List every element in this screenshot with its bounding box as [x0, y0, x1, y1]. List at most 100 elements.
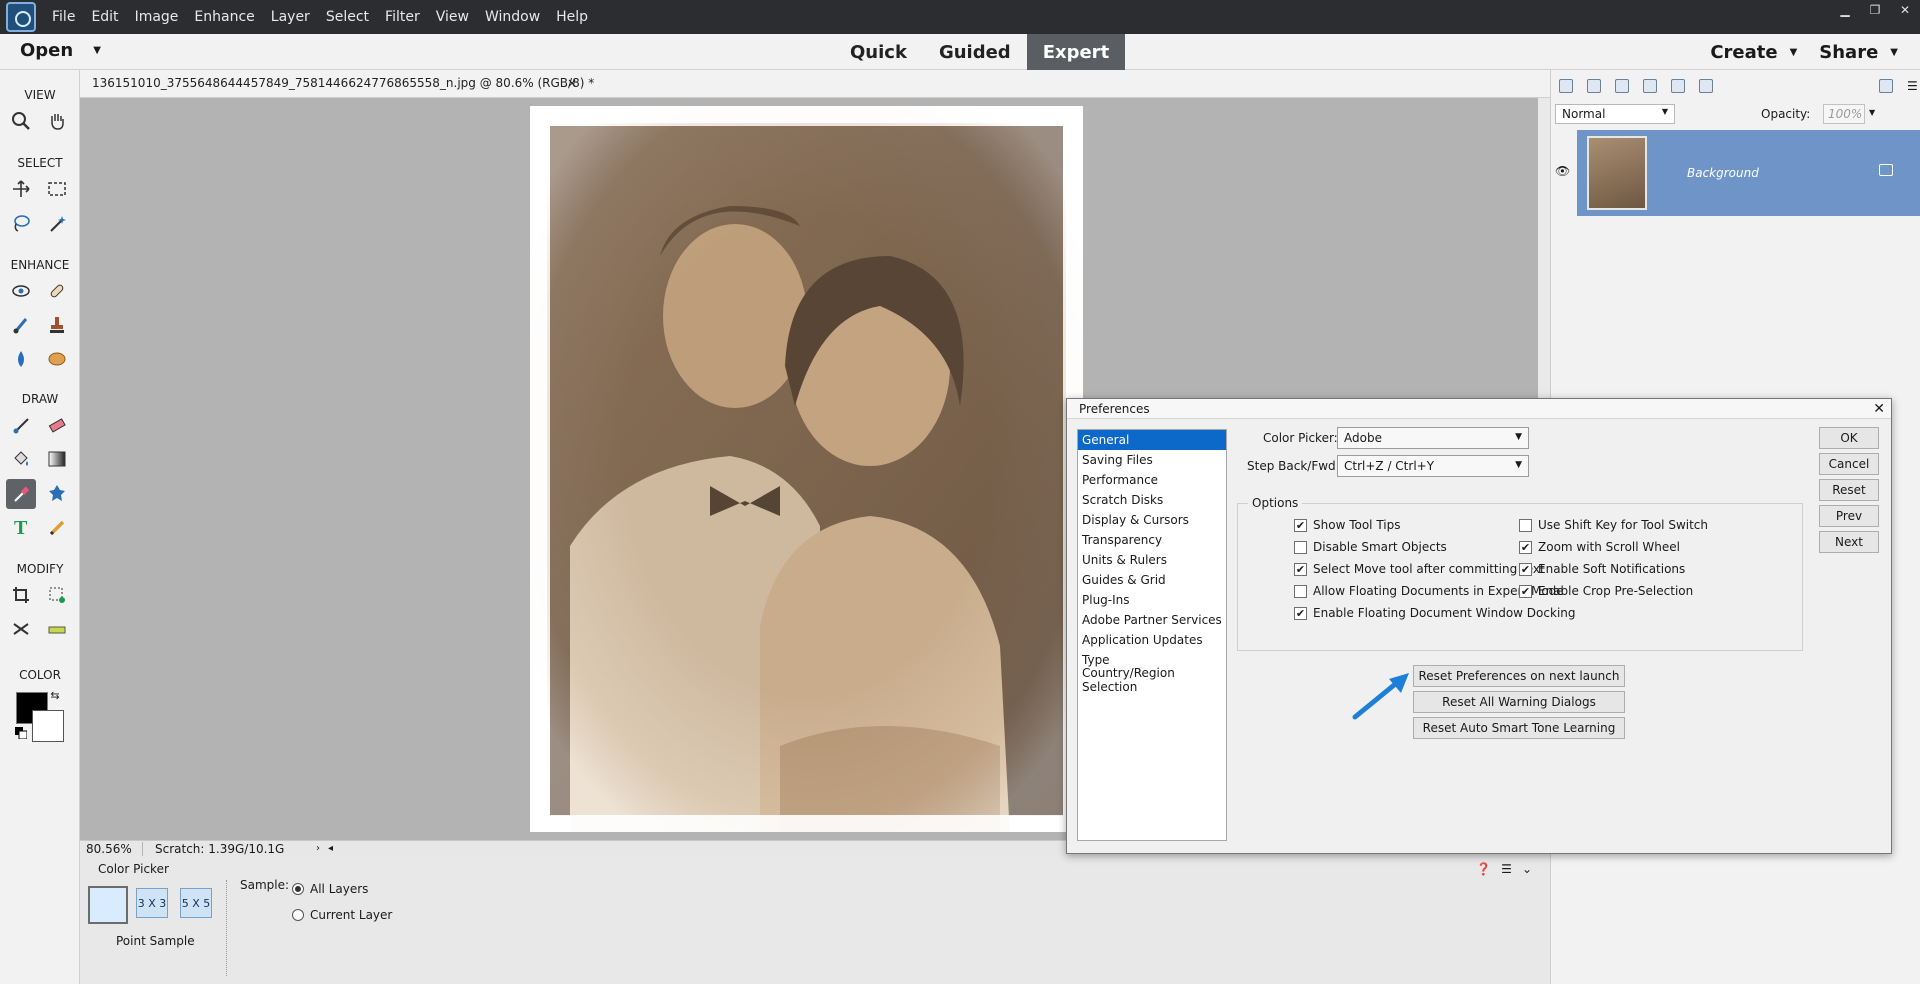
radio-current-layer[interactable]: Current Layer [292, 908, 392, 922]
next-button[interactable]: Next [1819, 531, 1879, 553]
tab-guided[interactable]: Guided [923, 34, 1027, 70]
category-display-cursors[interactable]: Display & Cursors [1078, 510, 1226, 530]
checkbox-unchecked[interactable] [1294, 540, 1307, 554]
custom-shape-icon[interactable] [44, 480, 70, 506]
content-aware-move-icon[interactable] [8, 616, 34, 642]
menu-filter[interactable]: Filter [377, 9, 428, 25]
move-icon[interactable] [8, 176, 34, 202]
category-scratch-disks[interactable]: Scratch Disks [1078, 490, 1226, 510]
default-colors-icon[interactable] [14, 726, 28, 740]
options-menu-icon[interactable]: ☰ [1501, 862, 1512, 876]
lock-all-icon[interactable] [1671, 79, 1685, 93]
help-icon[interactable]: ❓ [1476, 862, 1491, 876]
step-back-fwd-select[interactable]: Ctrl+Z / Ctrl+Y ▼ [1337, 455, 1529, 477]
restore-icon[interactable]: ❐ [1860, 0, 1890, 20]
menu-image[interactable]: Image [127, 9, 187, 25]
smart-brush-icon[interactable] [8, 312, 34, 338]
eye-icon[interactable]: 👁 [1555, 164, 1570, 178]
chevron-right-icon[interactable]: › [306, 843, 320, 854]
category-application-updates[interactable]: Application Updates [1078, 630, 1226, 650]
close-icon[interactable]: ✕ [1873, 401, 1885, 417]
reset-warning-dialogs-button[interactable]: Reset All Warning Dialogs [1413, 691, 1625, 713]
red-eye-icon[interactable] [8, 278, 34, 304]
lock-transparency-icon[interactable] [1699, 79, 1713, 93]
checkbox-checked[interactable]: ✔ [1294, 518, 1307, 532]
checkbox-unchecked[interactable] [1519, 518, 1532, 532]
prev-button[interactable]: Prev [1819, 505, 1879, 527]
category-units-rulers[interactable]: Units & Rulers [1078, 550, 1226, 570]
healing-brush-icon[interactable] [44, 278, 70, 304]
hand-icon[interactable] [44, 108, 70, 134]
dialog-title-bar[interactable]: Preferences [1067, 399, 1891, 419]
checkbox-checked[interactable]: ✔ [1294, 606, 1307, 620]
minimize-icon[interactable]: ▁ [1830, 0, 1860, 20]
chevron-down-icon[interactable]: ▼ [1869, 108, 1875, 117]
close-icon[interactable]: ✕ [1890, 0, 1920, 20]
option-crop-pre-selection[interactable]: ✔ Enable Crop Pre-Selection [1519, 584, 1693, 598]
sponge-icon[interactable] [44, 346, 70, 372]
background-color-swatch[interactable] [32, 710, 64, 742]
checkbox-checked[interactable]: ✔ [1519, 584, 1532, 598]
panel-menu-icon[interactable]: ☰ [1907, 79, 1920, 93]
radio-button[interactable] [292, 883, 304, 895]
tab-quick[interactable]: Quick [834, 34, 923, 70]
canvas-document[interactable] [513, 89, 1100, 849]
recompose-icon[interactable] [44, 582, 70, 608]
chevron-down-icon[interactable]: ⌄ [1522, 862, 1532, 876]
category-performance[interactable]: Performance [1078, 470, 1226, 490]
menu-select[interactable]: Select [318, 9, 377, 25]
zoom-level[interactable]: 80.56% [80, 842, 142, 856]
option-select-move-tool[interactable]: ✔ Select Move tool after committing text [1294, 562, 1545, 576]
blend-mode-select[interactable]: Normal ▼ [1555, 104, 1675, 124]
tab-expert[interactable]: Expert [1026, 34, 1126, 70]
sample-size-3x3[interactable]: 3 X 3 [136, 888, 168, 918]
checkbox-unchecked[interactable] [1294, 584, 1307, 598]
trash-icon[interactable] [1879, 79, 1893, 93]
option-soft-notifications[interactable]: ✔ Enable Soft Notifications [1519, 562, 1685, 576]
brush-icon[interactable] [8, 412, 34, 438]
adjustment-layer-icon[interactable] [1615, 79, 1629, 93]
share-button[interactable]: Share ▼ [1819, 42, 1920, 63]
cancel-button[interactable]: Cancel [1819, 453, 1879, 475]
menu-edit[interactable]: Edit [83, 9, 126, 25]
radio-all-layers[interactable]: All Layers [292, 882, 368, 896]
checkbox-checked[interactable]: ✔ [1519, 562, 1532, 576]
reset-preferences-button[interactable]: Reset Preferences on next launch [1413, 665, 1625, 687]
category-transparency[interactable]: Transparency [1078, 530, 1226, 550]
blur-icon[interactable] [8, 346, 34, 372]
menu-window[interactable]: Window [477, 9, 548, 25]
layer-mask-icon[interactable] [1643, 79, 1657, 93]
menu-file[interactable]: File [44, 9, 83, 25]
straighten-icon[interactable] [44, 616, 70, 642]
create-button[interactable]: Create ▼ [1710, 42, 1819, 63]
option-floating-window-docking[interactable]: ✔ Enable Floating Document Window Dockin… [1294, 606, 1576, 620]
category-saving-files[interactable]: Saving Files [1078, 450, 1226, 470]
type-icon[interactable]: T [8, 514, 34, 540]
option-zoom-scroll-wheel[interactable]: ✔ Zoom with Scroll Wheel [1519, 540, 1680, 554]
sample-size-5x5[interactable]: 5 X 5 [180, 888, 212, 918]
scroll-left-icon[interactable]: ◂ [320, 843, 333, 854]
close-icon[interactable]: × [567, 76, 577, 90]
category-plug-ins[interactable]: Plug-Ins [1078, 590, 1226, 610]
swap-colors-icon[interactable]: ⇆ [48, 688, 62, 702]
color-picker-icon[interactable] [6, 479, 36, 509]
document-tab[interactable]: 136151010_3755648644457849_7581446624776… [80, 70, 1550, 98]
opacity-input[interactable]: 100% [1823, 104, 1865, 124]
menu-view[interactable]: View [428, 9, 477, 25]
lasso-icon[interactable] [8, 210, 34, 236]
pencil-icon[interactable] [44, 514, 70, 540]
magic-wand-icon[interactable] [44, 210, 70, 236]
option-disable-smart-objects[interactable]: Disable Smart Objects [1294, 540, 1447, 554]
category-guides-grid[interactable]: Guides & Grid [1078, 570, 1226, 590]
menu-layer[interactable]: Layer [263, 9, 318, 25]
reset-smart-tone-button[interactable]: Reset Auto Smart Tone Learning [1413, 717, 1625, 739]
reset-button[interactable]: Reset [1819, 479, 1879, 501]
checkbox-checked[interactable]: ✔ [1294, 562, 1307, 576]
sample-size-point[interactable] [88, 886, 128, 924]
menu-help[interactable]: Help [548, 9, 596, 25]
paint-bucket-icon[interactable] [8, 446, 34, 472]
category-country-region[interactable]: Country/Region Selection [1078, 666, 1226, 694]
category-adobe-partner-services[interactable]: Adobe Partner Services [1078, 610, 1226, 630]
marquee-icon[interactable] [44, 176, 70, 202]
crop-icon[interactable] [8, 582, 34, 608]
